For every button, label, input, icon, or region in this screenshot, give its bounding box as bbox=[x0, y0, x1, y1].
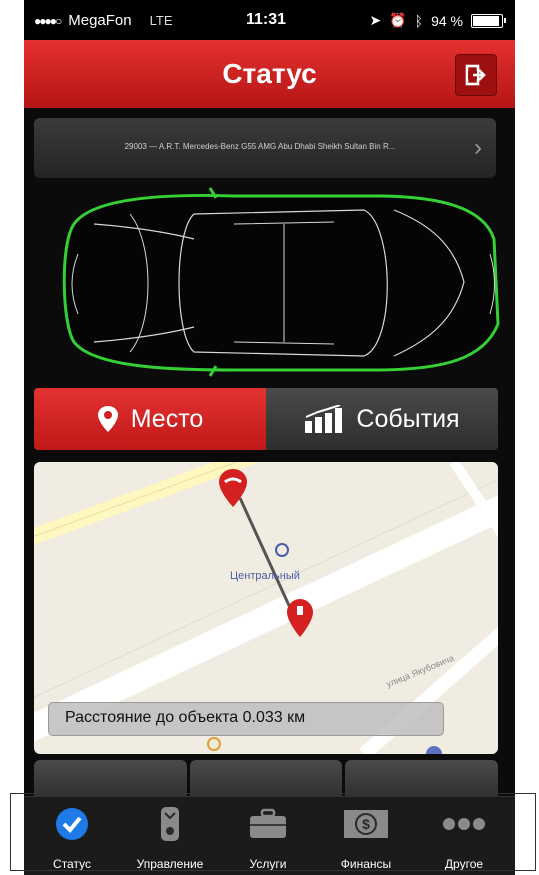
tab-events-label: События bbox=[356, 404, 460, 433]
car-status-illustration bbox=[62, 187, 500, 377]
action-button-2[interactable] bbox=[189, 760, 343, 800]
tab-control[interactable]: Управление bbox=[122, 805, 218, 871]
alarm-icon: ⏰ bbox=[389, 12, 407, 28]
tab-bar: Статус Управление Услуги $ Финансы Друго… bbox=[24, 796, 515, 875]
logout-icon bbox=[465, 64, 486, 86]
tab-events[interactable]: События bbox=[266, 388, 498, 450]
start-pin-icon bbox=[219, 469, 247, 507]
action-button-1[interactable] bbox=[34, 760, 187, 800]
carrier-name: MegaFon bbox=[68, 12, 132, 29]
location-pin-icon bbox=[97, 406, 118, 432]
bar-chart-icon bbox=[305, 405, 343, 433]
network-type: LTE bbox=[149, 13, 173, 28]
dollar-bill-icon: $ bbox=[344, 810, 388, 838]
more-dots-icon bbox=[443, 818, 485, 830]
tab-control-label: Управление bbox=[136, 857, 204, 871]
vehicle-pin-icon bbox=[287, 599, 313, 637]
map-place-label: Центральный bbox=[230, 570, 300, 582]
tab-location-label: Место bbox=[130, 404, 204, 433]
tab-status-label: Статус bbox=[53, 857, 91, 871]
briefcase-icon bbox=[250, 808, 286, 838]
map-view[interactable]: Центральный улица Якубовича Расстояние д… bbox=[34, 462, 498, 754]
distance-info: Расстояние до объекта 0.033 км bbox=[48, 702, 444, 736]
tab-location[interactable]: Место bbox=[34, 388, 266, 450]
vehicle-selector[interactable]: 29003 — A.R.T. Mercedes-Benz G55 AMG Abu… bbox=[34, 118, 496, 178]
status-bar: ●●●●○ MegaFon LTE 11:31 ➤ ⏰ ᛒ 94 % bbox=[24, 0, 515, 40]
chevron-right-icon: › bbox=[474, 134, 482, 161]
battery-icon bbox=[471, 13, 506, 28]
action-buttons-row bbox=[34, 760, 499, 800]
header-bar: Статус bbox=[24, 40, 515, 108]
checkmark-circle-icon bbox=[56, 808, 88, 840]
tab-services[interactable]: Услуги bbox=[220, 805, 316, 871]
tab-services-label: Услуги bbox=[249, 857, 287, 871]
remote-key-icon bbox=[161, 807, 179, 841]
location-arrow-icon: ➤ bbox=[369, 12, 382, 28]
logout-button[interactable] bbox=[455, 54, 497, 96]
action-button-3[interactable] bbox=[345, 760, 499, 800]
tab-more[interactable]: Другое bbox=[416, 805, 512, 871]
phone-screen: ●●●●○ MegaFon LTE 11:31 ➤ ⏰ ᛒ 94 % Стату… bbox=[24, 0, 515, 875]
tab-finance[interactable]: $ Финансы bbox=[318, 805, 414, 871]
svg-text:$: $ bbox=[362, 816, 370, 832]
vehicle-name: 29003 — A.R.T. Mercedes-Benz G55 AMG Abu… bbox=[124, 142, 396, 151]
tab-status[interactable]: Статус bbox=[24, 805, 120, 871]
distance-text: Расстояние до объекта 0.033 км bbox=[65, 709, 306, 726]
signal-strength-icon: ●●●●○ bbox=[34, 13, 62, 28]
view-segmented-control: Место События bbox=[34, 388, 498, 450]
battery-percent: 94 % bbox=[431, 12, 463, 29]
page-title: Статус bbox=[222, 58, 317, 89]
tab-more-label: Другое bbox=[444, 857, 484, 871]
bluetooth-icon: ᛒ bbox=[414, 12, 424, 29]
clock: 11:31 bbox=[246, 11, 287, 28]
tab-finance-label: Финансы bbox=[340, 857, 392, 871]
